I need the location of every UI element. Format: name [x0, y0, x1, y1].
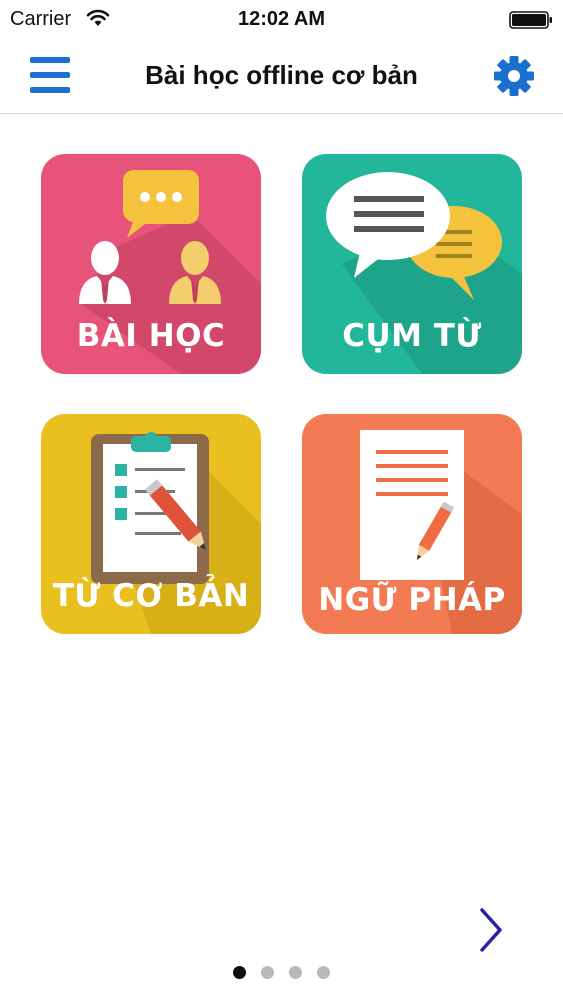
- page-indicator: [0, 966, 563, 980]
- tile-label: BÀI HỌC: [76, 318, 226, 354]
- gear-icon: [494, 56, 534, 96]
- status-time: 12:02 AM: [237, 8, 326, 30]
- tile-label: TỪ CƠ BẢN: [52, 578, 250, 614]
- tile-tu-co-ban[interactable]: TỪ CƠ BẢN: [41, 414, 261, 634]
- tile-ngu-phap[interactable]: NGỮ PHÁP: [302, 414, 522, 634]
- tile-label: NGỮ PHÁP: [318, 582, 506, 618]
- page-dot[interactable]: [317, 966, 330, 979]
- chevron-right-icon: [480, 908, 502, 952]
- tile-cum-tu[interactable]: CỤM TỪ: [302, 154, 522, 374]
- next-page-button[interactable]: [472, 906, 512, 954]
- battery-icon: [509, 11, 552, 29]
- page-dot[interactable]: [261, 966, 274, 979]
- tile-bai-hoc[interactable]: BÀI HỌC: [41, 154, 261, 374]
- navigation-bar: Bài học offline cơ bản: [0, 40, 563, 114]
- page-title: Bài học offline cơ bản: [145, 60, 418, 90]
- status-bar: Carrier 12:02 AM: [0, 0, 563, 40]
- tile-label: CỤM TỪ: [342, 318, 482, 354]
- page-dot[interactable]: [233, 966, 246, 979]
- settings-button[interactable]: [492, 54, 536, 98]
- page-dot[interactable]: [289, 966, 302, 979]
